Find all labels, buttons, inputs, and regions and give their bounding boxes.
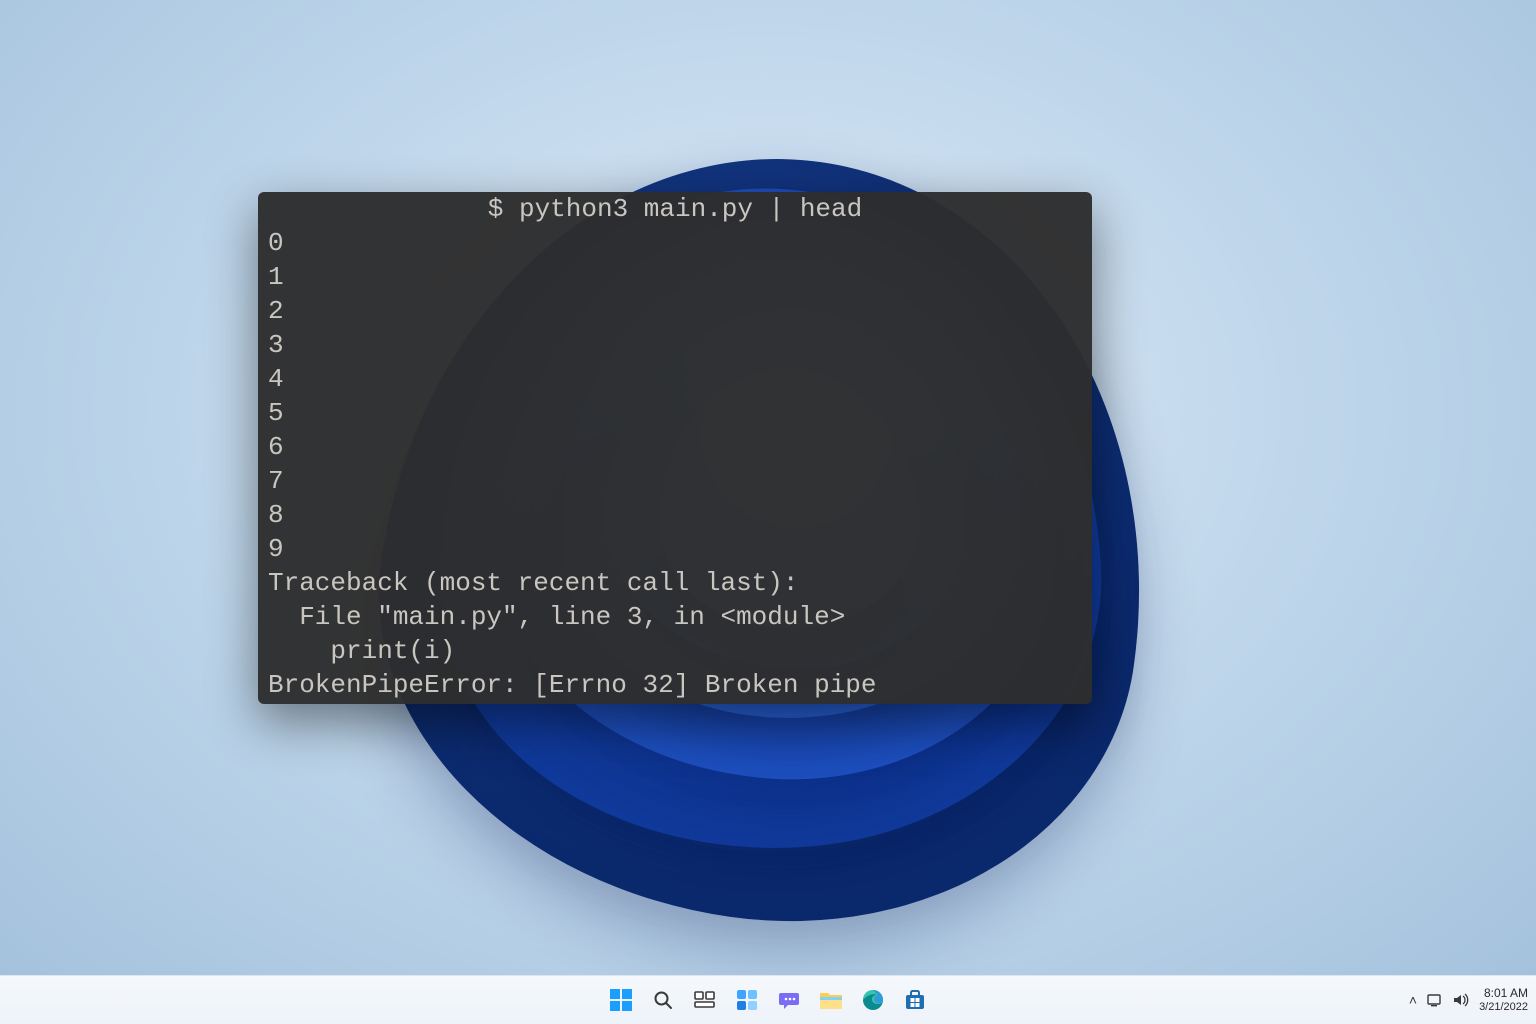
chat-button[interactable] <box>771 982 807 1018</box>
output-line: 3 <box>268 328 1082 362</box>
output-line: 1 <box>268 260 1082 294</box>
output-line: 9 <box>268 532 1082 566</box>
output-line: 2 <box>268 294 1082 328</box>
widgets-icon <box>736 989 758 1011</box>
terminal-window[interactable]: $ python3 main.py | head 0 1 2 3 4 5 6 7… <box>258 192 1092 704</box>
output-line: 8 <box>268 498 1082 532</box>
chat-icon <box>778 989 800 1011</box>
edge-button[interactable] <box>855 982 891 1018</box>
taskbar-clock[interactable]: 8:01 AM 3/21/2022 <box>1479 986 1528 1014</box>
microsoft-store-icon <box>904 989 926 1011</box>
terminal-output: 0 1 2 3 4 5 6 7 8 9 Traceback (most rece… <box>258 226 1092 704</box>
traceback-error: BrokenPipeError: [Errno 32] Broken pipe <box>268 668 1082 702</box>
microsoft-store-button[interactable] <box>897 982 933 1018</box>
task-view-icon <box>694 991 716 1009</box>
traceback-header: Traceback (most recent call last): <box>268 566 1082 600</box>
output-line: 4 <box>268 362 1082 396</box>
output-line: 7 <box>268 464 1082 498</box>
start-icon <box>610 989 632 1011</box>
output-line: 6 <box>268 430 1082 464</box>
clock-time: 8:01 AM <box>1479 986 1528 1000</box>
edge-icon <box>862 989 884 1011</box>
start-button[interactable] <box>603 982 639 1018</box>
terminal-command-line: $ python3 main.py | head <box>258 192 1092 226</box>
search-button[interactable] <box>645 982 681 1018</box>
output-line: 0 <box>268 226 1082 260</box>
traceback-code: print(i) <box>268 634 1082 668</box>
traceback-file: File "main.py", line 3, in <module> <box>268 600 1082 634</box>
terminal-command: $ python3 main.py | head <box>488 192 862 226</box>
system-tray: ˄ 8:01 AM 3/21/2022 <box>1409 976 1528 1024</box>
tray-overflow-chevron-icon[interactable]: ˄ <box>1409 992 1417 1008</box>
widgets-button[interactable] <box>729 982 765 1018</box>
taskbar: ˄ 8:01 AM 3/21/2022 <box>0 975 1536 1024</box>
search-icon <box>653 990 673 1010</box>
volume-icon[interactable] <box>1453 993 1469 1007</box>
taskbar-center-items <box>603 976 933 1024</box>
network-icon[interactable] <box>1427 993 1443 1007</box>
clock-date: 3/21/2022 <box>1479 1000 1528 1014</box>
task-view-button[interactable] <box>687 982 723 1018</box>
file-explorer-icon <box>819 990 843 1010</box>
file-explorer-button[interactable] <box>813 982 849 1018</box>
output-line: 5 <box>268 396 1082 430</box>
